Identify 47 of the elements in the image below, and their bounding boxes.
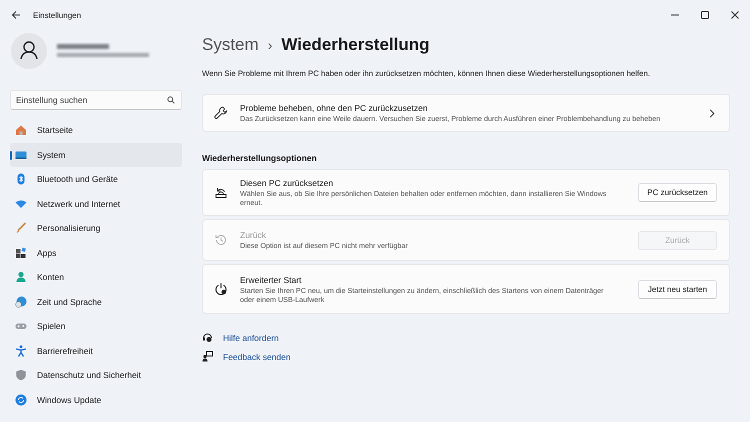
nav-item[interactable]: Netzwerk und Internet xyxy=(10,192,182,216)
breadcrumb-link[interactable]: System xyxy=(202,35,259,55)
nav-item[interactable]: Spielen xyxy=(10,314,182,338)
brush-icon xyxy=(15,222,27,234)
feedback-icon xyxy=(202,351,213,362)
nav-item[interactable]: Startseite xyxy=(10,118,182,142)
wifi-icon xyxy=(15,198,27,210)
bluetooth-icon xyxy=(15,173,27,186)
avatar-icon[interactable] xyxy=(11,33,47,69)
nav-item[interactable]: System xyxy=(10,142,182,167)
nav-item[interactable]: Bluetooth und Geräte xyxy=(10,167,182,192)
help-link[interactable]: Hilfe anfordern xyxy=(223,332,279,342)
nav-item[interactable]: Zeit und Sprache xyxy=(10,290,182,314)
back-icon[interactable] xyxy=(11,10,21,20)
search-field[interactable]: Einstellung suchen xyxy=(10,90,182,110)
update-icon xyxy=(15,394,27,406)
chevron-right-icon xyxy=(709,108,715,118)
nav-item[interactable]: Apps xyxy=(10,240,182,265)
nav-item[interactable]: Konten xyxy=(10,265,182,290)
section-heading: Wiederherstellungsoptionen xyxy=(202,153,318,163)
power-icon xyxy=(214,282,228,296)
option-title: Diesen PC zurücksetzen xyxy=(240,178,334,188)
globe-icon xyxy=(15,296,27,308)
reset-icon xyxy=(214,186,228,200)
page-title: Wiederherstellung xyxy=(281,35,430,55)
card-title: Probleme beheben, ohne den PC zurückzusetzen xyxy=(240,103,429,113)
apps-icon xyxy=(15,246,27,259)
history-icon xyxy=(214,233,228,247)
person-icon xyxy=(15,271,27,284)
option-title: Erweiterter Start xyxy=(240,274,302,284)
nav-item[interactable]: Windows Update xyxy=(10,388,182,412)
accessibility-icon xyxy=(15,344,27,357)
option-button[interactable]: Jetzt neu starten xyxy=(638,280,717,298)
option-title: Zurück xyxy=(240,230,267,240)
help-link[interactable]: Feedback senden xyxy=(223,352,291,362)
search-icon xyxy=(167,96,175,104)
breadcrumb-separator: › xyxy=(268,37,272,53)
option-button[interactable]: PC zurücksetzen xyxy=(638,183,717,202)
nav-item[interactable]: Personalisierung xyxy=(10,216,182,240)
monitor-icon xyxy=(15,148,27,161)
headset-icon xyxy=(202,332,213,343)
wrench-icon xyxy=(214,106,228,120)
window-title: Einstellungen xyxy=(33,10,82,20)
nav-item[interactable]: Datenschutz und Sicherheit xyxy=(10,363,182,388)
nav-item[interactable]: Barrierefreiheit xyxy=(10,338,182,363)
shield-icon xyxy=(15,369,27,382)
house-icon xyxy=(15,124,27,136)
